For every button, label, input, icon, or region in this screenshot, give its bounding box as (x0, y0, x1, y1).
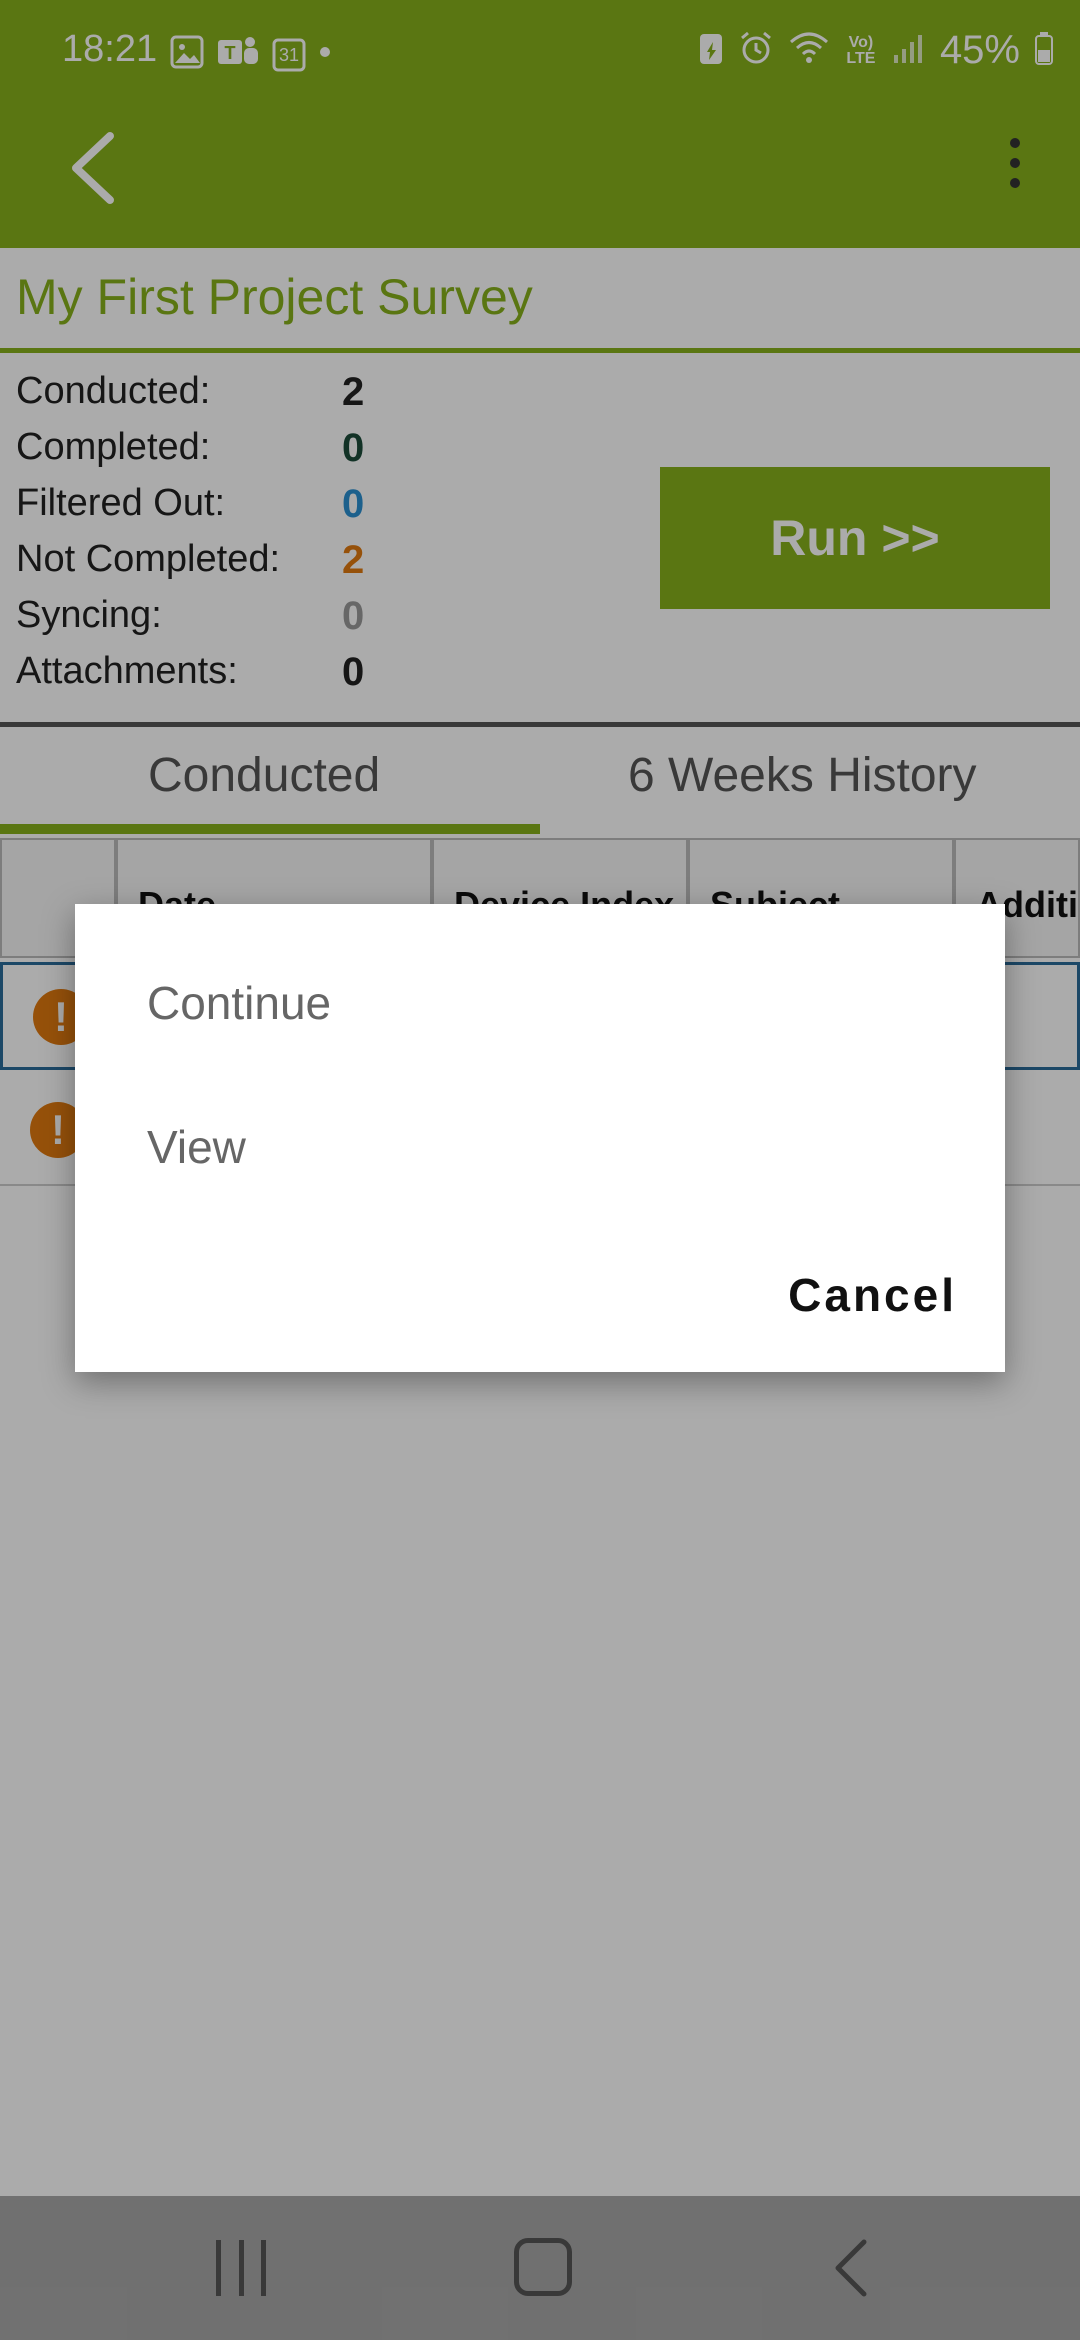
cancel-button[interactable]: Cancel (788, 1268, 957, 1322)
action-dialog: Continue View Cancel (75, 904, 1005, 1372)
continue-option[interactable]: Continue (147, 976, 331, 1030)
view-option[interactable]: View (147, 1120, 246, 1174)
